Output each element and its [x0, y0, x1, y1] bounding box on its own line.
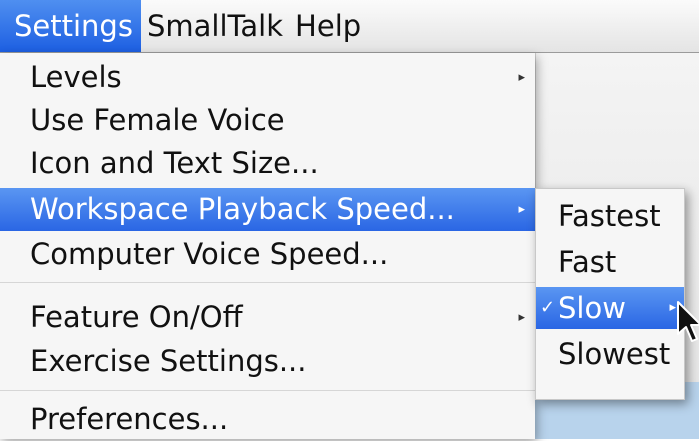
submenu-item-fastest[interactable]: Fastest [536, 195, 684, 237]
menu-item-preferences[interactable]: Preferences... [0, 398, 535, 441]
menu-bar: Settings SmallTalk Help [0, 0, 699, 53]
submenu-arrow-icon: ▸ [518, 70, 525, 85]
submenu-item-fast[interactable]: Fast [536, 241, 684, 283]
menu-item-levels[interactable]: Levels ▸ [0, 56, 535, 99]
menu-help[interactable]: Help [289, 0, 367, 52]
menu-item-icon-text-size[interactable]: Icon and Text Size... [0, 142, 535, 185]
menu-item-label: Feature On/Off [30, 300, 243, 334]
submenu-item-slowest[interactable]: Slowest [536, 333, 684, 375]
menu-item-label: Computer Voice Speed... [30, 237, 389, 271]
menu-item-feature-on-off[interactable]: Feature On/Off ▸ [0, 296, 535, 339]
submenu-item-label: Slow [558, 291, 626, 325]
checkmark-icon: ✓ [540, 297, 556, 318]
menu-item-label: Use Female Voice [30, 103, 285, 137]
menu-settings[interactable]: Settings [0, 0, 141, 52]
submenu-arrow-icon: ▸ [518, 310, 525, 325]
menu-item-label: Levels [30, 60, 122, 94]
submenu-item-label: Fast [558, 245, 617, 279]
arrow-pointer-icon [677, 301, 699, 342]
submenu-item-label: Fastest [558, 199, 661, 233]
menu-item-label: Exercise Settings... [30, 344, 307, 378]
menu-separator [0, 282, 535, 283]
menu-item-computer-voice-speed[interactable]: Computer Voice Speed... [0, 233, 535, 276]
submenu-item-label: Slowest [558, 337, 671, 371]
menu-item-label: Workspace Playback Speed... [30, 192, 455, 226]
playback-speed-submenu: Fastest Fast ✓ Slow ▸ Slowest [535, 188, 685, 400]
menu-item-label: Preferences... [30, 402, 229, 436]
menu-separator [0, 390, 535, 391]
submenu-arrow-icon: ▸ [518, 202, 525, 217]
settings-menu: Levels ▸ Use Female Voice Icon and Text … [0, 53, 535, 439]
menu-item-use-female-voice[interactable]: Use Female Voice [0, 99, 535, 142]
menu-smalltalk[interactable]: SmallTalk [141, 0, 289, 52]
menu-item-exercise-settings[interactable]: Exercise Settings... [0, 340, 535, 383]
menu-item-label: Icon and Text Size... [30, 146, 319, 180]
submenu-item-slow[interactable]: ✓ Slow ▸ [536, 287, 684, 329]
menu-item-workspace-playback-speed[interactable]: Workspace Playback Speed... ▸ [0, 188, 535, 231]
